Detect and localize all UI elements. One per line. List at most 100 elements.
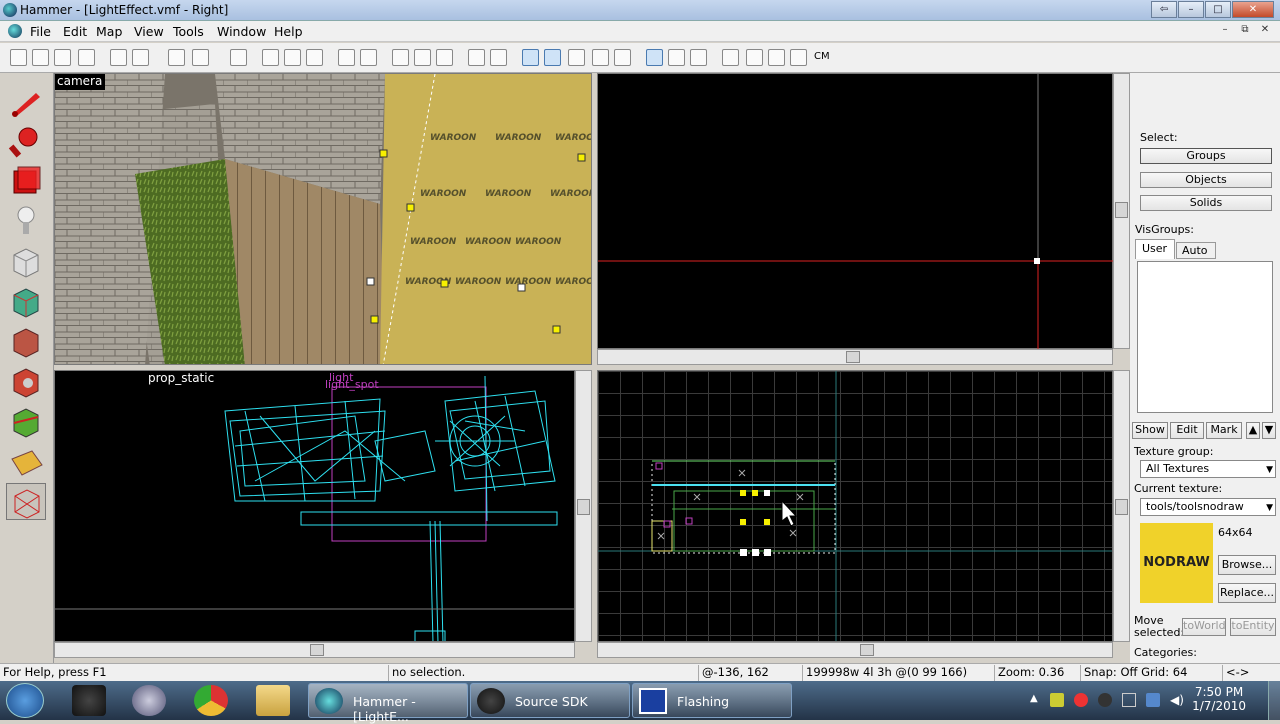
top-viewport-vscroll[interactable] [1113, 73, 1130, 349]
texture-scale-lock-icon[interactable] [490, 49, 507, 66]
cut-icon[interactable] [392, 49, 409, 66]
toggle-helpers-icon[interactable] [668, 49, 685, 66]
ungroup-icon[interactable] [132, 49, 149, 66]
front-viewport-vscroll[interactable] [575, 370, 592, 642]
apply-decal-icon[interactable] [6, 323, 46, 360]
hide-selected-icon[interactable] [262, 49, 279, 66]
group-icon[interactable] [110, 49, 127, 66]
front-viewport[interactable]: prop_static light light_spot [54, 370, 575, 642]
taskbar-flashing[interactable]: Flashing [632, 683, 792, 718]
side-viewport[interactable] [597, 370, 1113, 642]
menu-window[interactable]: Window [217, 24, 266, 39]
hide-unselected-icon[interactable] [284, 49, 301, 66]
menu-edit[interactable]: Edit [63, 24, 87, 39]
steam-tray-icon[interactable] [1098, 693, 1112, 707]
menu-map[interactable]: Map [96, 24, 122, 39]
action-center-icon[interactable] [1122, 693, 1136, 707]
particle-editor-icon[interactable] [790, 49, 807, 66]
close-button[interactable]: ✕ [1232, 1, 1274, 18]
redo-icon[interactable] [192, 49, 209, 66]
toggle-select-box-icon[interactable] [522, 49, 539, 66]
tab-auto[interactable]: Auto [1176, 242, 1216, 259]
select-by-handles-icon[interactable] [544, 49, 561, 66]
flip-horizontal-icon[interactable] [592, 49, 609, 66]
system-clock[interactable]: 7:50 PM 1/7/2010 [1192, 685, 1246, 713]
apply-overlay-icon[interactable] [6, 363, 46, 400]
check-map-icon[interactable] [768, 49, 785, 66]
top-viewport[interactable] [597, 73, 1114, 350]
show-desktop-button[interactable] [1268, 681, 1280, 720]
network-icon[interactable] [1146, 693, 1160, 707]
move-up-icon[interactable]: ▲ [1246, 422, 1260, 439]
paste-icon[interactable] [436, 49, 453, 66]
block-tool-icon[interactable] [6, 243, 46, 280]
select-groups-button[interactable]: Groups [1140, 148, 1272, 164]
camera-viewport[interactable]: WAROON WAROON WAROON WAROON WAROON WAROO… [54, 73, 592, 365]
undo-icon[interactable] [168, 49, 185, 66]
explorer-pinned-icon[interactable] [256, 685, 290, 716]
grid-toggle-icon[interactable] [10, 49, 27, 66]
texture-preview[interactable]: NODRAW [1140, 523, 1213, 603]
ignore-groups-icon[interactable] [306, 49, 323, 66]
grid-larger-icon[interactable] [78, 49, 95, 66]
mdi-close-button[interactable]: ✕ [1256, 23, 1274, 38]
mdi-minimize-button[interactable]: – [1216, 23, 1234, 38]
helmet-pinned-icon[interactable] [132, 685, 166, 716]
texture-lock-icon[interactable] [468, 49, 485, 66]
to-world-button[interactable]: toWorld [1182, 618, 1226, 636]
path-tool-icon[interactable] [6, 483, 46, 520]
tab-user[interactable]: User [1135, 239, 1175, 259]
texture-group-select[interactable]: All Textures ▼ [1140, 460, 1276, 478]
menu-file[interactable]: File [30, 24, 51, 39]
edit-button[interactable]: Edit [1170, 422, 1204, 439]
hammer-app-icon[interactable] [3, 3, 17, 17]
menu-view[interactable]: View [134, 24, 164, 39]
texture-application-icon[interactable] [6, 283, 46, 320]
move-down-icon[interactable]: ▼ [1262, 422, 1276, 439]
minimize-button[interactable]: – [1178, 1, 1204, 18]
texture-lock-on-icon[interactable] [568, 49, 585, 66]
chrome-pinned-icon[interactable] [194, 685, 228, 716]
vertex-tool-icon[interactable] [6, 443, 46, 480]
cm-label[interactable]: CM [814, 51, 830, 62]
select-objects-button[interactable]: Objects [1140, 172, 1272, 188]
menu-tools[interactable]: Tools [173, 24, 204, 39]
hollow-icon[interactable] [360, 49, 377, 66]
compile-icon[interactable] [746, 49, 763, 66]
tray-icon[interactable] [1074, 693, 1088, 707]
replace-button[interactable]: Replace... [1218, 583, 1276, 603]
mdi-restore-button[interactable]: ⧉ [1236, 23, 1254, 38]
side-viewport-hscroll[interactable] [597, 642, 1113, 658]
visgroup-list[interactable] [1137, 261, 1273, 413]
toggle-cordon-icon[interactable] [722, 49, 739, 66]
to-entity-button[interactable]: toEntity [1230, 618, 1276, 636]
clipping-tool-icon[interactable] [6, 403, 46, 440]
show-button[interactable]: Show [1132, 422, 1168, 439]
start-button[interactable] [6, 683, 44, 718]
maximize-button[interactable]: □ [1205, 1, 1231, 18]
magnify-tool-icon[interactable] [6, 123, 46, 160]
document-icon[interactable] [8, 24, 22, 38]
steam-pinned-icon[interactable] [72, 685, 106, 716]
flip-vertical-icon[interactable] [614, 49, 631, 66]
entity-tool-icon[interactable] [6, 203, 46, 240]
taskbar-source-sdk[interactable]: Source SDK [470, 683, 630, 718]
taskbar-hammer[interactable]: Hammer - [LightE... [308, 683, 468, 724]
copy-icon[interactable] [414, 49, 431, 66]
selection-tool-icon[interactable] [6, 83, 46, 120]
carve-icon[interactable] [338, 49, 355, 66]
top-viewport-hscroll[interactable] [597, 349, 1113, 365]
grid-smaller-icon[interactable] [54, 49, 71, 66]
browse-button[interactable]: Browse... [1218, 555, 1276, 575]
volume-icon[interactable]: ◀) [1170, 693, 1184, 707]
toggle-models-2d-icon[interactable] [646, 49, 663, 66]
select-solids-button[interactable]: Solids [1140, 195, 1272, 211]
menu-help[interactable]: Help [274, 24, 303, 39]
camera-tool-icon[interactable] [6, 163, 46, 200]
restore-back-button[interactable]: ⇦ [1151, 1, 1177, 18]
side-viewport-vscroll[interactable] [1113, 370, 1130, 642]
current-texture-select[interactable]: tools/toolsnodraw ▼ [1140, 498, 1276, 516]
grid-3d-icon[interactable] [32, 49, 49, 66]
mark-button[interactable]: Mark [1206, 422, 1242, 439]
show-hidden-icons[interactable]: ▲ [1030, 693, 1038, 704]
